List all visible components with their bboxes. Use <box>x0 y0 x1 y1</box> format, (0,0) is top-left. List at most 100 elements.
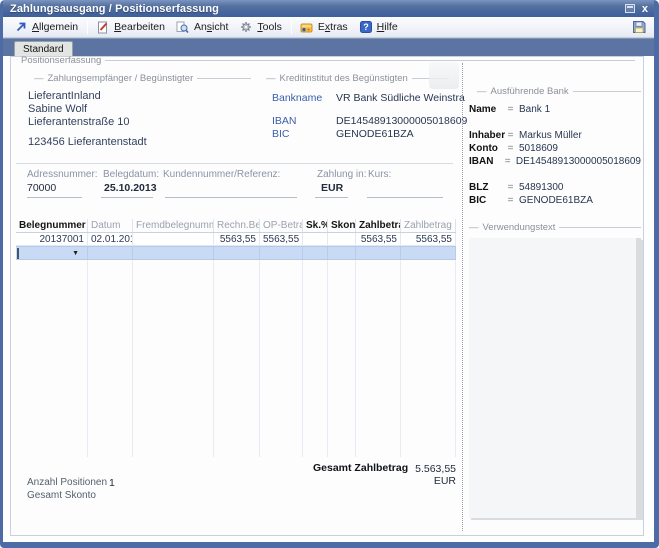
exec-bank-label: Konto <box>469 142 506 155</box>
field-underline <box>27 197 82 198</box>
equals-separator: = <box>506 129 515 142</box>
equals-separator: = <box>506 194 515 207</box>
equals-separator: = <box>506 103 515 116</box>
exec-bank-fields: Name=Bank 1Inhaber=Markus MüllerKonto=50… <box>469 103 641 207</box>
group-payee: —Zahlungsempfänger / Begünstigter <box>34 73 251 84</box>
payee-address-line: Sabine Wolf <box>28 103 147 116</box>
field-underline <box>165 197 297 198</box>
field-value[interactable]: 70000 <box>27 182 56 194</box>
column-header-1[interactable]: Datum <box>88 219 133 232</box>
field-label: Kundennummer/Referenz: <box>163 169 280 180</box>
table-cell <box>260 247 303 259</box>
table-cell <box>133 233 214 245</box>
total-value: 5.563,55 EUR <box>406 463 456 487</box>
field-underline <box>367 197 443 198</box>
column-header-8[interactable]: Zahlbetrag Euro <box>401 219 456 232</box>
table-empty-area <box>16 260 456 457</box>
table-cell <box>303 233 328 245</box>
gear-icon <box>239 21 253 34</box>
menu-label: Bearbeiten <box>114 21 165 33</box>
bank-field-label: Bankname <box>272 92 336 104</box>
menu-extras[interactable]: Extras <box>295 19 354 36</box>
menu-bearbeiten[interactable]: Bearbeiten <box>91 19 171 36</box>
exec-bank-row-bic: BIC=GENODE61BZA <box>469 194 641 207</box>
table-empty-column <box>303 260 328 457</box>
exec-bank-value: DE14548913000005018609 <box>512 155 641 168</box>
group-usage-text: —Verwendungstext <box>469 222 641 233</box>
usage-text-input[interactable] <box>469 238 641 518</box>
exec-bank-label: IBAN <box>469 155 503 168</box>
svg-text:?: ? <box>363 22 369 32</box>
count-label: Anzahl Positionen <box>27 477 107 488</box>
table-row-selected[interactable]: ▼ <box>16 246 456 260</box>
total-label: Gesamt Zahlbetrag <box>313 462 408 474</box>
group-positionserfassung: Positionserfassung <box>21 55 635 66</box>
payee-address: LieferantInlandSabine WolfLieferantenstr… <box>28 90 147 149</box>
bank-field-value: GENODE61BZA <box>336 128 414 140</box>
menu-hilfe[interactable]: ? Hilfe <box>354 19 404 36</box>
field-value[interactable]: EUR <box>321 182 343 194</box>
bank-field-bic: BICGENODE61BZA <box>272 128 414 140</box>
exec-bank-label: BIC <box>469 194 506 207</box>
menu-items: Allgemein Bearbeiten AnsichtTools Extras? Hi… <box>9 17 630 37</box>
field-label: Kurs: <box>368 169 391 180</box>
table-cell: 5563,55 <box>401 233 456 245</box>
table-empty-column <box>88 260 133 457</box>
bank-field-bankname: BanknameVR Bank Südliche Weinstra <box>272 92 465 104</box>
field-underline <box>315 197 348 198</box>
table-cell <box>328 247 356 259</box>
help-icon: ? <box>359 21 373 34</box>
menu-ansicht[interactable]: Ansicht <box>171 19 234 36</box>
table-body: 2013700102.01.20135563,555563,555563,555… <box>16 233 456 260</box>
equals-separator: = <box>503 155 511 168</box>
exec-bank-label: BLZ <box>469 181 506 194</box>
restore-window-icon[interactable] <box>625 4 635 13</box>
panel-splitter[interactable] <box>462 63 463 531</box>
column-header-6[interactable]: Skonto <box>328 219 356 232</box>
field-label: Adressnummer: <box>27 169 98 180</box>
menu-separator <box>291 20 292 34</box>
payee-address-line: Lieferantenstraße 10 <box>28 116 147 129</box>
table-cell <box>133 247 214 259</box>
payee-address-line: 123456 Lieferantenstadt <box>28 136 147 149</box>
bank-field-value: VR Bank Südliche Weinstra <box>336 92 465 104</box>
exec-bank-value: 54891300 <box>515 181 564 194</box>
table-cell: ▼ <box>16 247 88 259</box>
tab-content: Positionserfassung —Zahlungsempfänger / … <box>10 56 644 536</box>
column-header-7[interactable]: Zahlbetrag <box>356 219 401 232</box>
tab-standard[interactable]: Standard <box>14 41 73 56</box>
menu-tools[interactable]: Tools <box>234 19 288 36</box>
group-exec-bank: —Ausführende Bank <box>477 86 641 97</box>
field-value[interactable]: 25.10.2013 <box>104 182 157 194</box>
exec-bank-row-blz: BLZ=54891300 <box>469 181 641 194</box>
bank-field-value: DE14548913000005018609 <box>336 115 467 127</box>
table-cell: 20137001 <box>16 233 88 245</box>
dropdown-arrow-icon[interactable]: ▼ <box>72 250 79 257</box>
exec-bank-row-inhaber: Inhaber=Markus Müller <box>469 129 641 142</box>
table-empty-column <box>401 260 456 457</box>
table-cell <box>303 247 328 259</box>
extras-icon <box>300 21 314 34</box>
column-header-3[interactable]: Rechn.Betrag <box>214 219 260 232</box>
column-header-5[interactable]: Sk.% <box>303 219 328 232</box>
table-cell <box>401 247 456 259</box>
usage-scrollbar[interactable] <box>636 238 641 518</box>
table-row[interactable]: 2013700102.01.20135563,555563,555563,555… <box>16 233 456 246</box>
save-button[interactable] <box>630 19 648 36</box>
column-header-2[interactable]: Fremdbelegnummer <box>133 219 214 232</box>
bank-field-label: IBAN <box>272 115 336 127</box>
menu-label: Hilfe <box>377 21 398 33</box>
column-header-0[interactable]: Belegnummer <box>16 219 88 232</box>
menu-label: Extras <box>318 21 348 33</box>
table-empty-column <box>214 260 260 457</box>
table-empty-column <box>356 260 401 457</box>
divider <box>16 163 453 164</box>
menu-allgemein[interactable]: Allgemein <box>9 19 84 36</box>
title-bar: Zahlungsausgang / Positionserfassung x <box>3 0 654 17</box>
arrow-up-right-icon <box>14 21 28 34</box>
column-header-4[interactable]: OP-Betrag <box>260 219 303 232</box>
exec-bank-value: GENODE61BZA <box>515 194 593 207</box>
page-watermark-icon <box>429 62 459 89</box>
close-icon[interactable]: x <box>642 4 648 14</box>
skonto-label: Gesamt Skonto <box>27 490 96 501</box>
